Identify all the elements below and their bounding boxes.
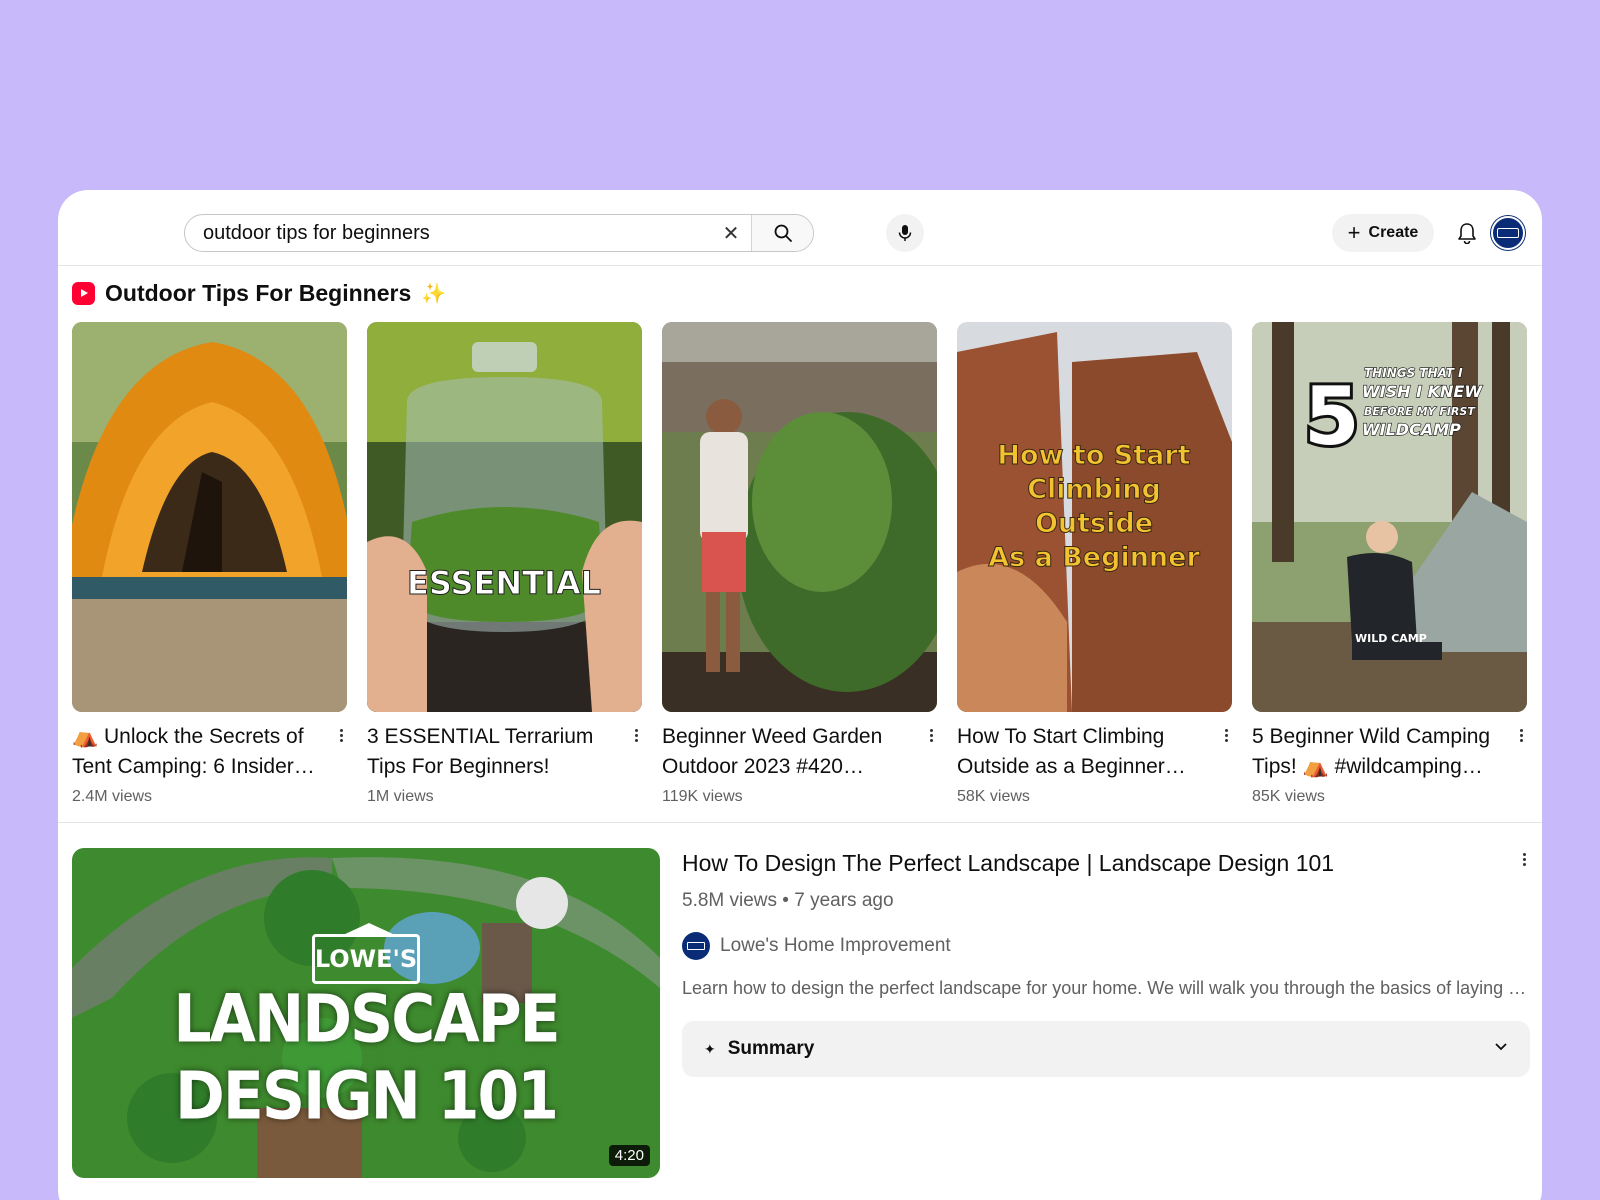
clear-search-button[interactable]: ✕ (711, 215, 751, 251)
channel-name[interactable]: Lowe's Home Improvement (720, 935, 951, 957)
short-thumbnail[interactable]: 5 THINGS THAT I WISH I KNEW BEFORE MY FI… (1252, 322, 1527, 712)
more-options-icon[interactable] (1515, 724, 1527, 746)
short-card[interactable]: Beginner Weed Garden Outdoor 2023 #420 #… (662, 322, 937, 806)
browser-window: ✕ + Create (58, 190, 1542, 1200)
close-icon: ✕ (722, 222, 740, 245)
plus-icon: + (1347, 220, 1361, 245)
thumbnail-overlay-text: WISH I KNEW (1362, 382, 1483, 401)
duration-badge: 4:20 (608, 1145, 650, 1166)
short-card[interactable]: ⛺ Unlock the Secrets of Tent Camping: 6 … (72, 322, 347, 806)
create-label: Create (1368, 224, 1419, 241)
garden-thumbnail-image (662, 322, 937, 712)
short-thumbnail[interactable]: ESSENTIAL (367, 322, 642, 712)
wildcamp-thumbnail-image: 5 THINGS THAT I WISH I KNEW BEFORE MY FI… (1252, 322, 1527, 712)
thumbnail-overlay-text: Outside (1035, 508, 1153, 539)
notifications-button[interactable] (1448, 214, 1486, 252)
video-thumbnail[interactable]: LOWE'S LANDSCAPE DESIGN 101 4:20 (72, 848, 660, 1178)
top-bar: ✕ + Create (58, 190, 1542, 266)
short-views: 119K views (662, 788, 743, 805)
short-thumbnail[interactable]: How to Start Climbing Outside As a Begin… (957, 322, 1232, 712)
shorts-shelf-header: Outdoor Tips For Beginners ✨ (72, 278, 446, 308)
shorts-icon (72, 281, 95, 305)
thumbnail-caption: LANDSCAPE DESIGN 101 (173, 981, 560, 1135)
sparkle-icon: ✦ (704, 1040, 716, 1057)
more-options-icon[interactable] (335, 724, 347, 746)
create-button[interactable]: + Create (1332, 214, 1434, 252)
search-icon (774, 224, 792, 242)
thumbnail-overlay-number: 5 (1304, 370, 1360, 463)
short-views: 1M views (367, 788, 434, 805)
mic-icon (898, 225, 912, 241)
short-title[interactable]: 3 ESSENTIAL Terrarium Tips For Beginners… (367, 722, 622, 782)
short-card[interactable]: 5 THINGS THAT I WISH I KNEW BEFORE MY FI… (1252, 322, 1527, 806)
channel-avatar[interactable] (682, 932, 710, 960)
summary-label: Summary (727, 1038, 815, 1059)
short-thumbnail[interactable] (662, 322, 937, 712)
thumbnail-overlay-text: BEFORE MY FIRST (1364, 405, 1476, 418)
summary-toggle[interactable]: ✦ Summary (682, 1021, 1530, 1077)
thumbnail-overlay-text: As a Beginner (988, 542, 1200, 573)
thumbnail-overlay-text: ESSENTIAL (407, 564, 601, 602)
channel-row[interactable]: Lowe's Home Improvement (682, 932, 1530, 960)
more-options-icon[interactable] (630, 724, 642, 746)
short-views: 2.4M views (72, 788, 153, 805)
more-options-icon[interactable] (1220, 724, 1232, 746)
terrarium-thumbnail-image: ESSENTIAL (367, 322, 642, 712)
search-button[interactable] (751, 215, 813, 251)
account-avatar[interactable] (1491, 216, 1525, 250)
short-title[interactable]: How To Start Climbing Outside as a Begin… (957, 722, 1212, 782)
more-options-icon[interactable] (1518, 848, 1530, 870)
video-meta: 5.8M views • 7 years ago (682, 890, 894, 911)
thumbnail-overlay-text: THINGS THAT I (1364, 366, 1463, 380)
sparkle-icon: ✨ (421, 282, 447, 305)
short-card[interactable]: How to Start Climbing Outside As a Begin… (957, 322, 1232, 806)
video-info: How To Design The Perfect Landscape | La… (682, 848, 1530, 1077)
bell-icon (1458, 223, 1476, 244)
search-box: ✕ (184, 214, 814, 252)
short-title[interactable]: Beginner Weed Garden Outdoor 2023 #420 #… (662, 722, 917, 782)
lowes-logo-icon (1497, 228, 1519, 238)
shelf-title: Outdoor Tips For Beginners (105, 279, 412, 306)
search-input[interactable] (185, 215, 711, 251)
short-thumbnail[interactable] (72, 322, 347, 712)
lowes-logo: LOWE'S (312, 923, 420, 984)
short-title[interactable]: ⛺ Unlock the Secrets of Tent Camping: 6 … (72, 722, 327, 782)
climbing-thumbnail-image: How to Start Climbing Outside As a Begin… (957, 322, 1232, 712)
shorts-row: ⛺ Unlock the Secrets of Tent Camping: 6 … (72, 322, 1532, 805)
section-divider (58, 822, 1542, 823)
thumbnail-overlay-text: Climbing (1027, 474, 1161, 505)
short-card[interactable]: ESSENTIAL 3 ESSENTIAL Terrarium Tips For… (367, 322, 642, 806)
short-views: 85K views (1252, 788, 1325, 805)
chevron-down-icon (1495, 1043, 1507, 1051)
more-options-icon[interactable] (925, 724, 937, 746)
thumbnail-overlay-tag: WILD CAMP (1355, 632, 1427, 645)
video-title[interactable]: How To Design The Perfect Landscape | La… (682, 848, 1530, 878)
video-description: Learn how to design the perfect landscap… (682, 978, 1530, 998)
voice-search-button[interactable] (886, 214, 924, 252)
thumbnail-overlay-text: How to Start (997, 440, 1190, 471)
lowes-logo-icon (687, 942, 705, 950)
short-title[interactable]: 5 Beginner Wild Camping Tips! ⛺ #wildcam… (1252, 722, 1507, 782)
tent-thumbnail-image (72, 322, 347, 712)
short-views: 58K views (957, 788, 1030, 805)
thumbnail-overlay-text: WILDCAMP (1362, 420, 1461, 439)
